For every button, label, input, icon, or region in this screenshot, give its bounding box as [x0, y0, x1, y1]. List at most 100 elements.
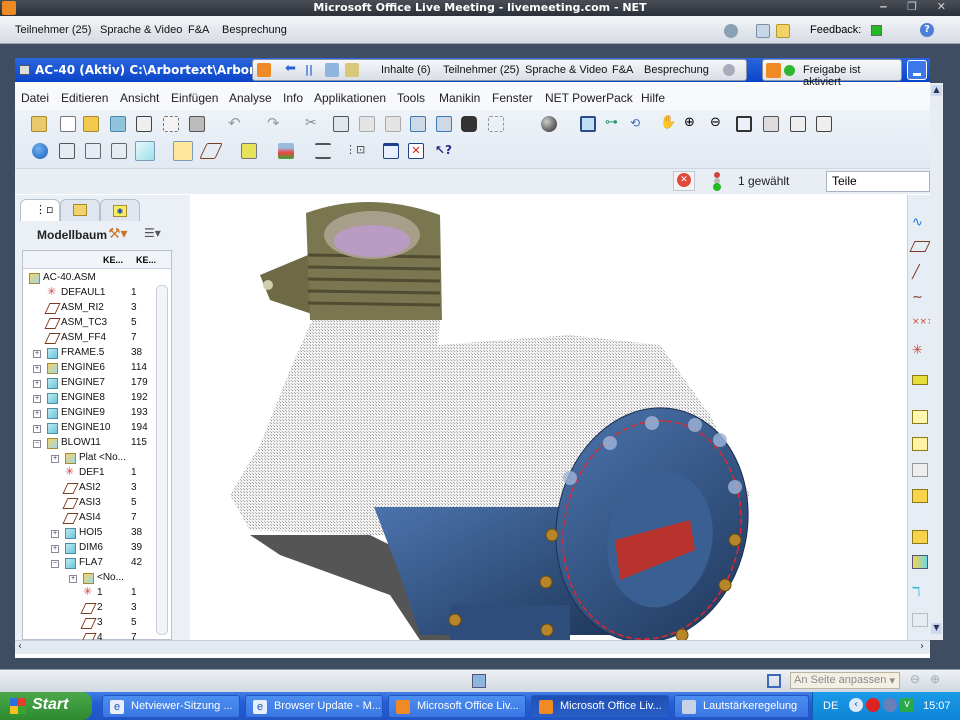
collapse-icon[interactable]: − [33, 440, 41, 448]
cut-out-icon[interactable]: ℸ [912, 585, 928, 600]
menu-hilfe[interactable]: Hilfe [641, 91, 665, 105]
tree-row[interactable]: − FLA7 42 [23, 556, 163, 571]
right-scrollbar[interactable]: ▲ ▼ [930, 83, 943, 640]
zoom-out-icon[interactable]: ⊖ [710, 116, 726, 132]
column-header-1[interactable]: KE... [103, 255, 123, 265]
back-arrow-icon[interactable]: ⬅ [285, 62, 299, 77]
tree-scrollbar[interactable] [156, 285, 168, 635]
window-activate-icon[interactable] [383, 143, 399, 159]
close-window-icon[interactable]: ✕ [408, 143, 424, 159]
expand-icon[interactable]: + [33, 380, 41, 388]
repaint-icon[interactable] [580, 116, 596, 132]
scroll-left-icon[interactable]: ‹ [18, 641, 22, 652]
manikin-icon[interactable] [912, 530, 928, 544]
package-icon[interactable] [912, 489, 928, 503]
rename-icon[interactable] [163, 116, 179, 132]
tree-row[interactable]: + HOI5 38 [23, 526, 163, 541]
tab-favorites[interactable]: ✱ [100, 199, 140, 221]
create-component-icon[interactable] [912, 463, 928, 477]
expand-icon[interactable]: + [69, 575, 77, 583]
datum-axis-icon[interactable]: ╱ [912, 265, 928, 280]
menu-net-powerpack[interactable]: NET PowerPack [545, 91, 633, 105]
spin-center-icon[interactable] [32, 143, 48, 159]
layers-screenshot-icon[interactable] [816, 116, 832, 132]
assemble-icon[interactable] [912, 437, 928, 451]
hidden-line-icon[interactable] [85, 143, 101, 159]
tree-row[interactable]: − BLOW11 115 [23, 436, 163, 451]
tree-row[interactable]: + ENGINE6 114 [23, 361, 163, 376]
minimize-button[interactable] [907, 60, 927, 80]
lm-menu-meeting[interactable]: Besprechung [222, 24, 287, 36]
expand-icon[interactable]: + [33, 365, 41, 373]
zoom-dropdown[interactable]: An Seite anpassen ▾ [790, 672, 900, 689]
menu-datei[interactable]: Datei [21, 91, 49, 105]
handouts-icon[interactable] [756, 24, 770, 38]
saved-views-icon[interactable] [790, 116, 806, 132]
tree-row[interactable]: ✳ DEF1 1 [23, 466, 163, 481]
tree-row[interactable]: ASM_RI2 3 [23, 301, 163, 316]
expand-icon[interactable]: + [51, 530, 59, 538]
float-menu-qa[interactable]: F&A [612, 64, 633, 76]
tree-row[interactable]: ASI3 5 [23, 496, 163, 511]
tree-filters-icon[interactable]: ☰▾ [144, 226, 172, 244]
selection-filter-dropdown[interactable]: Teile [826, 171, 930, 192]
plane-display-icon[interactable] [199, 143, 223, 159]
language-indicator[interactable]: DE [823, 700, 838, 712]
save-as-icon[interactable] [136, 116, 152, 132]
datum-plane-icon[interactable] [909, 241, 931, 252]
feedback-status-button[interactable] [871, 25, 882, 36]
shading-icon[interactable] [135, 141, 155, 161]
share-icon[interactable] [325, 63, 339, 77]
print-icon[interactable] [189, 116, 205, 132]
tab-folder-browser[interactable] [60, 199, 100, 221]
no-hidden-icon[interactable] [111, 143, 127, 159]
tree-row[interactable]: + DIM6 39 [23, 541, 163, 556]
float-menu-participants[interactable]: Teilnehmer (25) [443, 64, 519, 76]
coordinate-system-icon[interactable]: ✳ [912, 343, 928, 358]
select-box-icon[interactable] [488, 116, 504, 132]
live-meeting-icon[interactable] [257, 63, 271, 77]
presenter-icon[interactable] [345, 63, 359, 77]
menu-einfuegen[interactable]: Einfügen [171, 91, 218, 105]
collapse-icon[interactable]: − [51, 560, 59, 568]
layers-icon[interactable] [278, 143, 294, 159]
taskbar-item-live-meeting-2[interactable]: Microsoft Office Liv... [531, 695, 669, 718]
expand-icon[interactable]: + [33, 410, 41, 418]
float-menu-meeting[interactable]: Besprechung [644, 64, 709, 76]
lm-menu-audio-video[interactable]: Sprache & Video [100, 24, 182, 36]
layer-tree-icon[interactable] [315, 143, 331, 159]
help-icon[interactable]: ? [920, 23, 934, 37]
orient-icon[interactable]: ⟲ [630, 116, 646, 132]
paste-special-icon[interactable] [385, 116, 401, 132]
webcam-icon[interactable] [724, 24, 738, 38]
scroll-right-icon[interactable]: › [920, 641, 924, 652]
pan-hand-icon[interactable]: ✋ [660, 116, 676, 132]
open-folder-icon[interactable] [83, 116, 99, 132]
taskbar-item-volume-control[interactable]: Lautstärkeregelung [674, 695, 809, 718]
float-menu-audio-video[interactable]: Sprache & Video [525, 64, 607, 76]
context-help-icon[interactable]: ↖? [435, 143, 452, 159]
expand-icon[interactable]: + [33, 425, 41, 433]
scroll-down-icon[interactable]: ▼ [931, 623, 942, 634]
expand-icon[interactable]: + [51, 455, 59, 463]
tree-row[interactable]: ASI4 7 [23, 511, 163, 526]
spin-center-display-icon[interactable] [241, 143, 257, 159]
menu-editieren[interactable]: Editieren [61, 91, 108, 105]
new-file-icon[interactable] [60, 116, 76, 132]
menu-analyse[interactable]: Analyse [229, 91, 272, 105]
tray-app-icon[interactable] [866, 698, 880, 712]
datum-curve-icon[interactable]: ∼ [912, 290, 928, 305]
regenerate-icon[interactable] [410, 116, 426, 132]
lm-menu-qa[interactable]: F&A [188, 24, 209, 36]
tree-row[interactable]: AC-40.ASM [23, 271, 163, 286]
column-header-2[interactable]: KE... [136, 255, 156, 265]
shrinkwrap-icon[interactable] [912, 613, 928, 627]
notes-icon[interactable] [776, 24, 790, 38]
tree-row[interactable]: ASM_FF4 7 [23, 331, 163, 346]
expand-icon[interactable]: + [33, 395, 41, 403]
float-menu-content[interactable]: Inhalte (6) [381, 64, 431, 76]
tree-row[interactable]: 23 [23, 601, 163, 616]
lm-menu-participants[interactable]: Teilnehmer (25) [15, 24, 91, 36]
menu-info[interactable]: Info [283, 91, 303, 105]
tree-row[interactable]: + Plat <No... [23, 451, 163, 466]
